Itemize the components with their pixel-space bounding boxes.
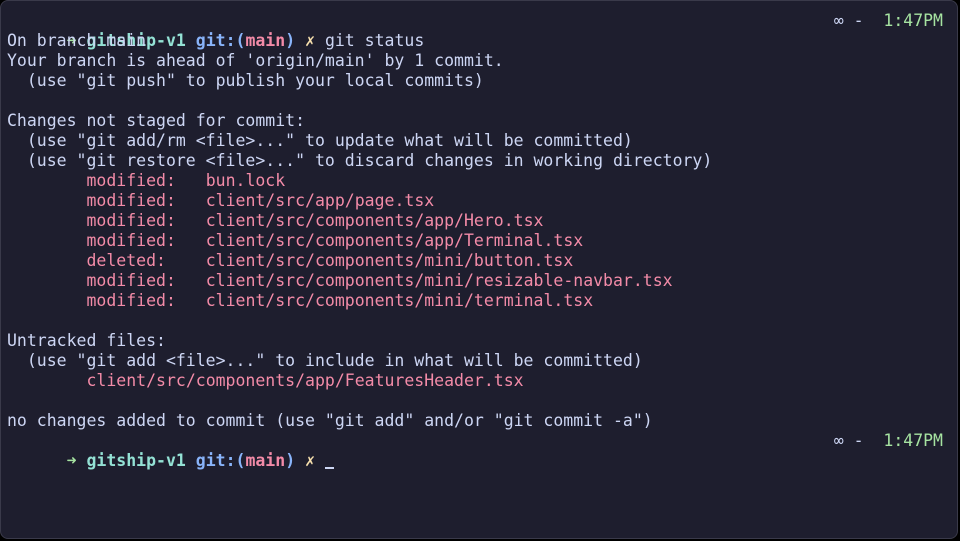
change-file: client/src/app/page.tsx [205, 191, 435, 210]
text-cursor[interactable] [324, 467, 334, 469]
change-row: modified: client/src/components/app/Hero… [7, 211, 943, 231]
output-line: no changes added to commit (use "git add… [7, 411, 653, 430]
change-status: modified: [86, 191, 176, 210]
terminal-output: ➜ gitship-v1 git:(main) ✗ git status ∞ -… [7, 11, 943, 470]
right-prompt: ∞ - 1:47PM [834, 431, 943, 451]
change-row: modified: client/src/app/page.tsx [7, 191, 943, 211]
output-line: (use "git add <file>..." to include in w… [7, 351, 643, 370]
prompt-arrow-icon: ➜ [66, 451, 77, 470]
output-line: Changes not staged for commit: [7, 111, 306, 130]
change-file: client/src/components/mini/resizable-nav… [205, 271, 673, 290]
prompt-line[interactable]: ➜ gitship-v1 git:(main) ✗ ∞ - 1:47PM [7, 431, 943, 470]
change-row: modified: client/src/components/app/Term… [7, 231, 943, 251]
output-line: (use "git add/rm <file>..." to update wh… [7, 131, 633, 150]
change-status: modified: [86, 211, 176, 230]
git-branch: main [245, 451, 286, 470]
output-line: Your branch is ahead of 'origin/main' by… [7, 51, 504, 70]
prompt-line: ➜ gitship-v1 git:(main) ✗ git status ∞ -… [7, 11, 943, 50]
git-suffix: ) [285, 451, 296, 470]
output-line: On branch main [7, 31, 147, 50]
change-row: modified: client/src/components/mini/ter… [7, 291, 943, 311]
change-status: deleted: [86, 251, 166, 270]
untracked-file: client/src/components/app/FeaturesHeader… [86, 371, 524, 390]
change-file: client/src/components/mini/terminal.tsx [205, 291, 594, 310]
prompt-time: 1:47PM [883, 431, 943, 450]
prompt-time: 1:47PM [883, 11, 943, 30]
change-row: modified: client/src/components/mini/res… [7, 271, 943, 291]
change-file: bun.lock [205, 171, 286, 190]
change-status: modified: [86, 231, 176, 250]
prompt-directory: gitship-v1 [86, 451, 186, 470]
untracked-row: client/src/components/app/FeaturesHeader… [7, 371, 943, 391]
change-file: client/src/components/app/Hero.tsx [205, 211, 544, 230]
output-line: (use "git push" to publish your local co… [7, 71, 484, 90]
change-file: client/src/components/app/Terminal.tsx [205, 231, 584, 250]
right-prompt: ∞ - 1:47PM [834, 11, 943, 31]
infinity-icon: ∞ - [833, 431, 864, 450]
dirty-marker-icon: ✗ [305, 451, 315, 470]
terminal-window[interactable]: ➜ gitship-v1 git:(main) ✗ git status ∞ -… [0, 0, 958, 539]
change-row: modified: bun.lock [7, 171, 943, 191]
change-file: client/src/components/mini/button.tsx [205, 251, 574, 270]
change-status: modified: [86, 271, 176, 290]
infinity-icon: ∞ - [833, 11, 864, 30]
output-line: (use "git restore <file>..." to discard … [7, 151, 713, 170]
output-line: Untracked files: [7, 331, 166, 350]
change-status: modified: [86, 171, 176, 190]
change-status: modified: [86, 291, 176, 310]
change-row: deleted: client/src/components/mini/butt… [7, 251, 943, 271]
git-prefix: git:( [195, 451, 246, 470]
